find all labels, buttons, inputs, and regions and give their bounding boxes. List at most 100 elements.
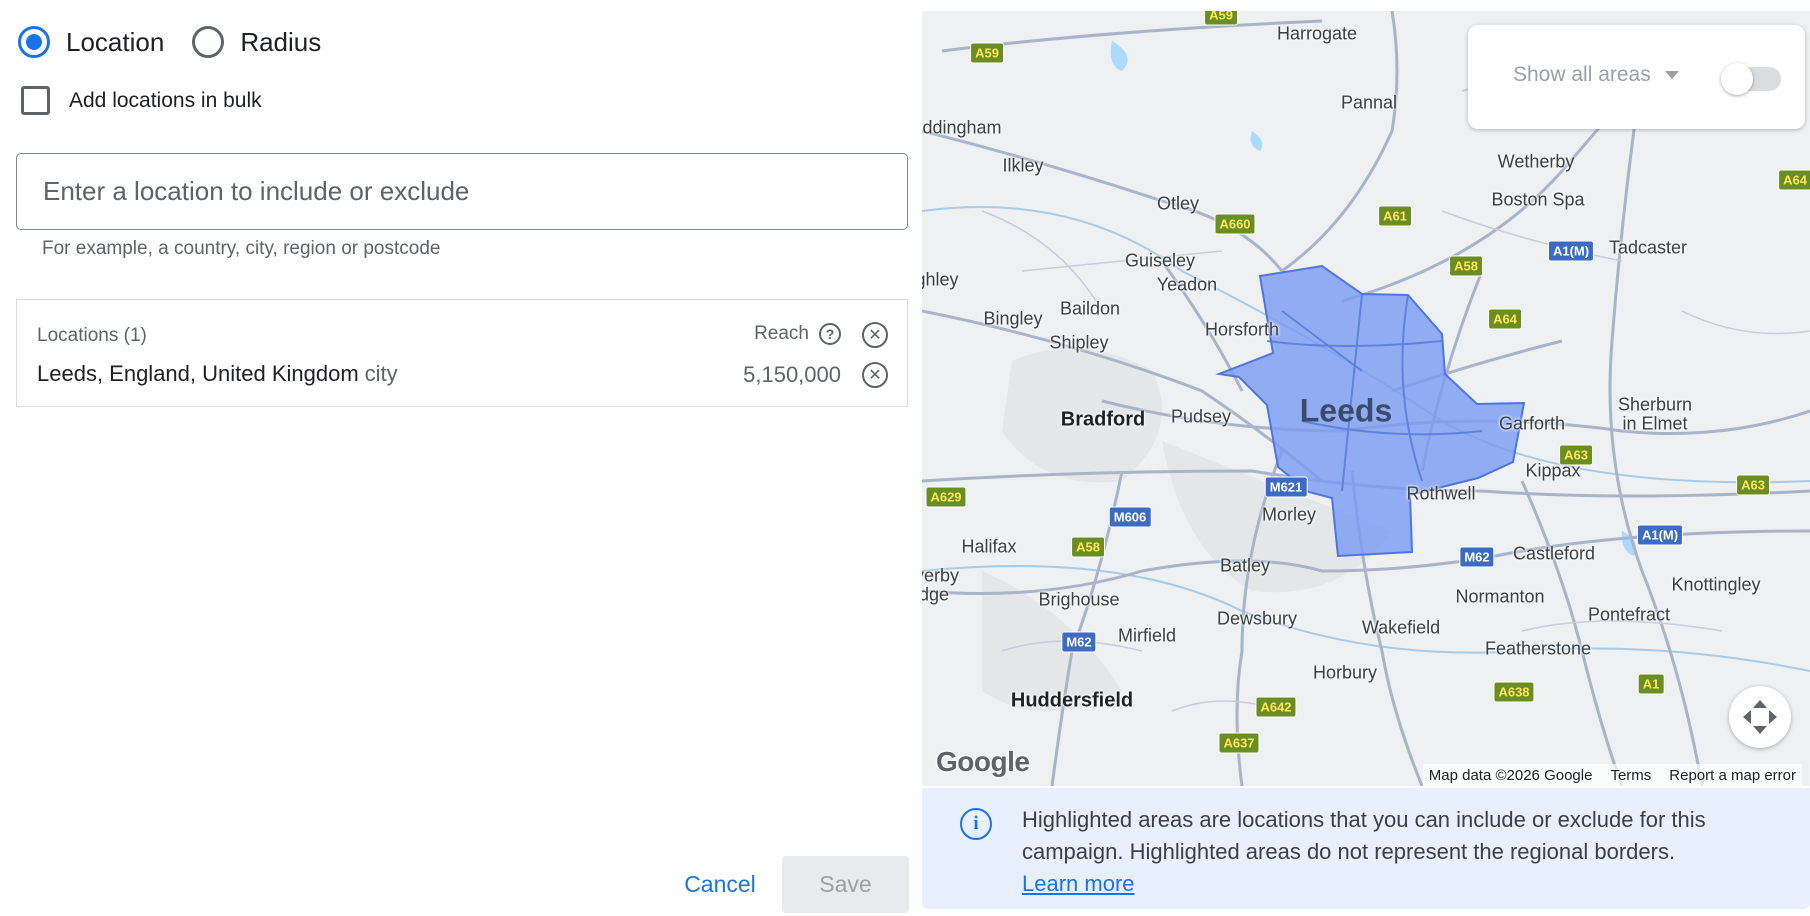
- map-label-rothwell: Rothwell: [1406, 483, 1476, 504]
- map-label-batley: Batley: [1219, 555, 1271, 576]
- show-areas-card: Show all areas: [1468, 25, 1805, 129]
- selected-locations-list: Locations (1) Reach ? ✕ Leeds, England, …: [16, 299, 908, 407]
- close-icon: ✕: [868, 327, 882, 344]
- locations-count-header: Locations (1): [37, 325, 147, 346]
- show-all-areas-dropdown[interactable]: Show all areas: [1513, 63, 1679, 87]
- map-label-sherburn: Sherburn: [1617, 394, 1693, 415]
- map-label-mirfield: Mirfield: [1117, 625, 1177, 646]
- map-attribution: Map data ©2026 Google Terms Report a map…: [1422, 764, 1802, 786]
- road-shield-a63-east: A63: [1736, 474, 1770, 496]
- location-search-input[interactable]: [16, 153, 908, 230]
- road-shield-a61: A61: [1378, 205, 1412, 227]
- add-bulk-label: Add locations in bulk: [69, 88, 262, 112]
- map-label-tadcaster: Tadcaster: [1608, 237, 1688, 258]
- dropdown-arrow-icon: [1664, 71, 1679, 80]
- map-label-sowerby-bridge: dge: [922, 584, 950, 605]
- map-label-bradford: Bradford: [1060, 408, 1146, 431]
- map-label-boston-spa: Boston Spa: [1491, 189, 1585, 210]
- map-label-dewsbury: Dewsbury: [1216, 608, 1298, 629]
- road-shield-m606: M606: [1108, 506, 1152, 528]
- road-shield-a59-top: A59: [1204, 11, 1238, 26]
- show-all-areas-label: Show all areas: [1513, 63, 1651, 86]
- location-radio[interactable]: Location: [18, 26, 164, 58]
- move-arrows-icon: [1743, 700, 1777, 734]
- show-areas-toggle[interactable]: [1721, 63, 1781, 95]
- map-label-sherburn-in-elmet: in Elmet: [1622, 413, 1688, 434]
- radius-radio[interactable]: Radius: [192, 26, 321, 58]
- close-icon: ✕: [868, 367, 882, 384]
- map-label-morley: Morley: [1261, 504, 1317, 525]
- info-icon: i: [960, 808, 992, 840]
- map-label-wetherby: Wetherby: [1497, 151, 1575, 172]
- location-targeting-panel: Location Radius Add locations in bulk Fo…: [0, 0, 920, 916]
- info-banner: i Highlighted areas are locations that y…: [922, 788, 1810, 909]
- toggle-knob: [1721, 63, 1753, 95]
- map-label-addingham: ddingham: [922, 117, 1002, 138]
- road-shield-a58-west: A58: [1071, 536, 1105, 558]
- road-shield-a637: A637: [1218, 732, 1260, 754]
- add-bulk-checkbox[interactable]: Add locations in bulk: [21, 86, 262, 115]
- location-row-name: Leeds, England, United Kingdom city: [37, 361, 398, 387]
- road-shield-m62-west: M62: [1061, 631, 1097, 653]
- learn-more-link[interactable]: Learn more: [1022, 871, 1135, 896]
- targeting-type-radio-group: Location Radius: [18, 26, 349, 58]
- map-label-halifax: Halifax: [961, 536, 1017, 557]
- map-data-credit: Map data ©2026 Google: [1428, 766, 1593, 784]
- location-search-helper-text: For example, a country, city, region or …: [42, 238, 441, 259]
- map-label-featherstone: Featherstone: [1484, 638, 1592, 659]
- location-reach-value: 5,150,000: [743, 362, 841, 387]
- map-label-keighley: ghley: [922, 269, 959, 290]
- radius-radio-label: Radius: [240, 26, 322, 57]
- road-shield-a59: A59: [970, 42, 1004, 64]
- remove-all-locations-button[interactable]: ✕: [862, 322, 888, 348]
- road-shield-a58-east: A58: [1449, 255, 1483, 277]
- map-label-otley: Otley: [1156, 193, 1200, 214]
- info-text: Highlighted areas are locations that you…: [1022, 804, 1782, 900]
- map-label-pontefract: Pontefract: [1587, 604, 1671, 625]
- map-label-guiseley: Guiseley: [1124, 250, 1196, 271]
- map-label-bingley: Bingley: [983, 308, 1043, 329]
- map-label-shipley: Shipley: [1049, 332, 1109, 353]
- reach-label: Reach: [754, 323, 809, 344]
- map-label-wakefield: Wakefield: [1361, 617, 1441, 638]
- road-shield-a1m-south: A1(M): [1636, 524, 1684, 546]
- google-logo: Google: [936, 746, 1030, 777]
- location-name: Leeds, England, United Kingdom: [37, 361, 359, 386]
- map-label-pannal: Pannal: [1340, 92, 1398, 113]
- road-shield-a642: A642: [1255, 696, 1297, 718]
- map-terms-link[interactable]: Terms: [1610, 767, 1651, 784]
- save-button[interactable]: Save: [782, 856, 909, 913]
- road-shield-a63: A63: [1559, 444, 1593, 466]
- remove-location-button[interactable]: ✕: [862, 362, 888, 388]
- help-icon[interactable]: ?: [819, 323, 841, 345]
- radio-selected-icon: [18, 26, 50, 58]
- map-label-pudsey: Pudsey: [1170, 406, 1232, 427]
- location-radio-label: Location: [66, 26, 165, 57]
- location-type: city: [364, 361, 398, 386]
- map-label-sowerby: verby: [922, 565, 960, 586]
- cancel-button[interactable]: Cancel: [670, 856, 770, 912]
- checkbox-unchecked-icon: [21, 86, 50, 115]
- map-label-harrogate: Harrogate: [1276, 23, 1358, 44]
- map-label-ilkley: Ilkley: [1002, 155, 1044, 176]
- road-shield-a638: A638: [1493, 681, 1535, 703]
- road-shield-a1: A1: [1637, 673, 1665, 695]
- map-view[interactable]: Harrogate Pannal ddingham Ilkley Otley W…: [922, 11, 1810, 786]
- road-shield-a629: A629: [925, 486, 967, 508]
- map-label-baildon: Baildon: [1059, 298, 1121, 319]
- map-label-normanton: Normanton: [1455, 586, 1545, 607]
- report-map-error-link[interactable]: Report a map error: [1669, 767, 1796, 784]
- road-shield-m62-east: M62: [1459, 546, 1495, 568]
- map-label-castleford: Castleford: [1512, 543, 1596, 564]
- map-pan-control-button[interactable]: [1729, 686, 1791, 748]
- info-message: Highlighted areas are locations that you…: [1022, 807, 1706, 864]
- map-label-horsforth: Horsforth: [1204, 319, 1280, 340]
- map-label-horbury: Horbury: [1312, 662, 1378, 683]
- road-shield-m621: M621: [1264, 476, 1308, 498]
- map-label-leeds: Leeds: [1299, 392, 1393, 429]
- road-shield-a64-edge: A64: [1778, 169, 1810, 191]
- map-label-yeadon: Yeadon: [1156, 274, 1218, 295]
- reach-header: Reach ?: [754, 323, 841, 345]
- road-shield-a64: A64: [1488, 308, 1522, 330]
- map-label-brighouse: Brighouse: [1038, 589, 1120, 610]
